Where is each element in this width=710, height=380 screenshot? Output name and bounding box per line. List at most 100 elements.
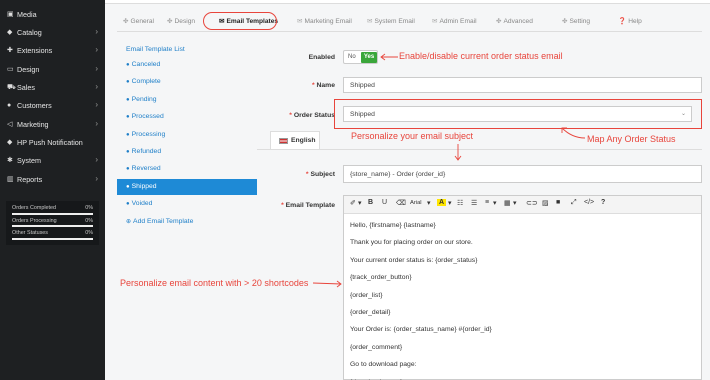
template-item-label: Pending — [131, 95, 157, 103]
toggle-no[interactable]: No — [348, 54, 356, 60]
language-tab-divider — [257, 149, 702, 150]
subject-label: * Subject — [285, 171, 335, 178]
email-template-editor[interactable]: ✐ ▾ B U ⌫ Arial ▾ A ▾ ☷ ☰ ≡ ▾ ▦ ▾ ⊂⊃ ▨ ■ ⤢ </>? Hello, {fir… — [343, 195, 702, 380]
fullscreen-icon[interactable]: ⤢ — [571, 199, 577, 207]
monitor-icon: ▭ — [7, 66, 14, 73]
template-item-label: Canceled — [131, 61, 161, 68]
order-stat-row: Other Statuses 0% — [6, 229, 99, 241]
video-icon[interactable]: ■ — [556, 199, 560, 206]
style-icon[interactable]: ✐ — [350, 199, 356, 207]
table-button[interactable]: ▦ — [504, 199, 511, 207]
sidebar-item-customers[interactable]: ● Customers › — [0, 98, 105, 112]
sidebar-item-catalog[interactable]: ◆ Catalog › — [0, 25, 105, 39]
status-arrow — [561, 127, 586, 139]
order-status-select[interactable]: Shipped ⌄ — [343, 106, 692, 122]
plus-circle-icon: ⊕ — [126, 218, 132, 225]
cogs-icon: ✤ — [167, 18, 173, 25]
bell-icon: ◆ — [7, 139, 13, 146]
template-item-voided[interactable]: ● Voided — [117, 196, 257, 212]
circle-arrow-icon: ● — [126, 79, 130, 86]
sidebar-item-design[interactable]: ▭ Design › — [0, 62, 105, 76]
template-item-label: Shipped — [131, 182, 157, 190]
cogs-icon: ✤ — [562, 18, 568, 25]
add-email-template-link[interactable]: ⊕ Add Email Template — [117, 214, 257, 230]
content-arrow — [312, 280, 342, 288]
media-icon: ▣ — [7, 11, 14, 18]
ordered-list-button[interactable]: ☰ — [471, 199, 477, 207]
active-tab-highlight — [203, 12, 277, 30]
cog-icon: ✱ — [7, 157, 13, 164]
email-template-label: * Email Template — [265, 202, 335, 209]
circle-arrow-icon: ● — [126, 149, 130, 155]
text-color-button[interactable]: A — [437, 199, 447, 206]
chevron-right-icon: › — [95, 27, 98, 36]
help-icon[interactable]: ? — [601, 199, 605, 206]
sidebar-item-marketing[interactable]: ◁ Marketing › — [0, 117, 105, 131]
template-item-label: Refunded — [131, 148, 162, 155]
editor-toolbar: ✐ ▾ B U ⌫ Arial ▾ A ▾ ☷ ☰ ≡ ▾ ▦ ▾ ⊂⊃ ▨ ■ ⤢ </>? — [344, 196, 701, 214]
image-icon[interactable]: ▨ — [542, 199, 549, 207]
toggle-yes[interactable]: Yes — [361, 52, 377, 63]
template-item-reversed[interactable]: ● Reversed — [117, 161, 257, 177]
chevron-right-icon: › — [95, 174, 98, 183]
subject-label-text: Subject — [310, 171, 335, 178]
language-tab-english[interactable]: English — [270, 131, 320, 149]
template-item-processing[interactable]: ● Processing — [117, 127, 257, 143]
envelope-icon: ✉ — [297, 18, 303, 25]
sidebar-item-hp-push-notification[interactable]: ◆ HP Push Notification — [0, 135, 105, 149]
tab-system-email[interactable]: ✉ System Email — [367, 17, 415, 25]
eraser-icon[interactable]: ⌫ — [396, 199, 406, 207]
tab-design[interactable]: ✤ Design — [167, 17, 195, 25]
template-item-canceled[interactable]: ● Canceled — [117, 57, 257, 73]
user-icon: ● — [7, 101, 12, 109]
template-item-label: Complete — [131, 78, 161, 86]
subject-input-value: {store_name} - Order {order_id} — [350, 170, 446, 178]
enabled-toggle[interactable]: No Yes — [343, 50, 378, 64]
sidebar-item-label: Media — [17, 9, 37, 19]
add-template-label: Add Email Template — [133, 217, 194, 225]
sidebar-item-reports[interactable]: ▥ Reports › — [0, 172, 105, 186]
font-family-select[interactable]: Arial — [410, 200, 422, 206]
underline-button[interactable]: U — [382, 199, 387, 206]
tab-setting[interactable]: ✤ Setting — [562, 17, 590, 25]
sidebar-item-sales[interactable]: ⛟ Sales › — [0, 80, 105, 94]
tab-admin-email[interactable]: ✉ Admin Email — [432, 17, 477, 25]
chevron-right-icon: › — [95, 155, 98, 164]
link-icon[interactable]: ⊂⊃ — [526, 199, 538, 207]
cogs-icon: ✤ — [496, 18, 502, 25]
sidebar-item-label: Design — [17, 64, 40, 74]
editor-line: Your current order status is: {order_sta… — [350, 256, 478, 264]
tab-advanced[interactable]: ✤ Advanced — [496, 17, 533, 25]
sidebar-item-extensions[interactable]: ✚ Extensions › — [0, 43, 105, 57]
order-stat-label: Other Statuses — [12, 230, 48, 236]
sidebar-item-media[interactable]: ▣ Media — [0, 7, 105, 21]
subject-input[interactable]: {store_name} - Order {order_id} — [343, 165, 702, 183]
envelope-icon: ✉ — [367, 18, 373, 25]
template-item-complete[interactable]: ● Complete — [117, 74, 257, 90]
bold-button[interactable]: B — [368, 199, 373, 206]
chevron-right-icon: › — [95, 45, 98, 54]
caret-icon: ▾ — [513, 200, 517, 207]
unordered-list-button[interactable]: ☷ — [457, 199, 463, 207]
tab-general[interactable]: ✤ General — [123, 17, 154, 25]
name-input[interactable]: Shipped — [343, 77, 702, 93]
tab-label: General — [130, 18, 154, 25]
tab-help[interactable]: ❓ Help — [618, 17, 642, 25]
required-mark: * — [305, 171, 309, 178]
circle-arrow-icon: ● — [126, 166, 130, 173]
template-item-label: Reversed — [131, 165, 161, 173]
template-item-processed[interactable]: ● Processed — [117, 109, 257, 125]
align-button[interactable]: ≡ — [485, 199, 489, 206]
annotation-status: Map Any Order Status — [587, 134, 676, 144]
template-item-pending[interactable]: ● Pending — [117, 92, 257, 108]
template-item-shipped[interactable]: ● Shipped — [117, 178, 257, 195]
chevron-down-icon: ⌄ — [680, 111, 686, 117]
tab-marketing-email[interactable]: ✉ Marketing Email — [297, 17, 352, 25]
sidebar-item-system[interactable]: ✱ System › — [0, 153, 105, 167]
order-stat-progress — [12, 225, 93, 227]
template-item-refunded[interactable]: ● Refunded — [117, 144, 257, 160]
template-list-title: Email Template List — [126, 46, 185, 53]
cart-icon: ⛟ — [7, 83, 16, 91]
code-view-icon[interactable]: </> — [584, 199, 594, 206]
circle-arrow-icon: ● — [126, 201, 130, 208]
